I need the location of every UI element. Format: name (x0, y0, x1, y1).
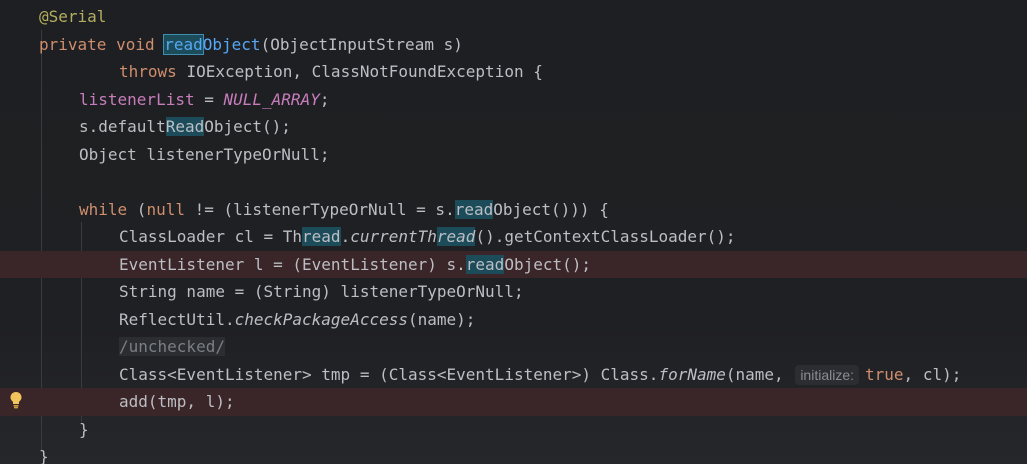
code-token: add(tmp, l); (119, 392, 235, 411)
code-token: private (39, 34, 117, 54)
code-line[interactable]: listenerList = NULL_ARRAY; (0, 86, 1027, 114)
code-token: Object())) { (493, 199, 609, 219)
code-text: private void readObject(ObjectInputStrea… (39, 31, 463, 59)
code-token: Object (202, 34, 261, 54)
code-token: s.default (79, 117, 166, 136)
code-token: Object listenerTypeOrNull; (79, 144, 330, 164)
code-line[interactable]: private void readObject(ObjectInputStrea… (0, 31, 1027, 59)
code-text: } (79, 416, 89, 444)
code-token: read (163, 33, 204, 55)
code-token: } (39, 447, 49, 464)
lightbulb-icon[interactable] (8, 391, 24, 409)
code-token: IOException, ClassNotFoundException { (186, 62, 543, 81)
code-token: currentTh (350, 227, 437, 246)
code-token: Read (165, 117, 205, 136)
code-token: ( (136, 199, 147, 219)
code-line[interactable]: s.defaultReadObject(); (0, 113, 1027, 141)
code-token: ; (319, 89, 330, 109)
code-line[interactable]: Object listenerTypeOrNull; (0, 141, 1027, 169)
code-line[interactable]: ClassLoader cl = Thread.currentThread().… (0, 223, 1027, 251)
code-text: ClassLoader cl = Thread.currentThread().… (119, 223, 736, 251)
code-token: forName (658, 364, 726, 384)
code-line[interactable] (0, 168, 1027, 196)
code-text: Object listenerTypeOrNull; (79, 141, 329, 169)
code-token: listenerList (79, 89, 195, 109)
code-text: @Serial (39, 3, 106, 31)
code-token: Object(); (504, 254, 592, 274)
code-token: while (79, 199, 137, 219)
code-text: while (null != (listenerTypeOrNull = s.r… (79, 196, 609, 224)
code-token: /unchecked/ (119, 337, 225, 356)
code-token: String name = (String) listenerTypeOrNul… (119, 282, 524, 301)
code-token: (name, (725, 364, 794, 384)
code-text: EventListener l = (EventListener) s.read… (119, 251, 591, 279)
code-token: (ObjectInputStream s) (260, 34, 463, 54)
code-text: ReflectUtil.checkPackageAccess(name); (119, 306, 475, 334)
code-token: read (302, 227, 341, 246)
code-token: Object(); (204, 117, 291, 136)
code-text: String name = (String) listenerTypeOrNul… (119, 278, 524, 306)
code-token: } (79, 419, 89, 439)
code-token: EventListener l = (EventListener) s. (119, 254, 466, 274)
code-text: Class<EventListener> tmp = (Class<EventL… (119, 361, 961, 389)
code-token: @Serial (39, 7, 107, 26)
code-token: throws (119, 62, 187, 81)
code-token: = (194, 89, 224, 109)
code-text: } (39, 443, 49, 464)
code-token: read (436, 227, 476, 246)
code-line[interactable]: } (0, 416, 1027, 444)
code-token: (name); (407, 309, 476, 329)
code-line[interactable]: EventListener l = (EventListener) s.read… (0, 250, 1027, 279)
code-line[interactable]: add(tmp, l); (0, 388, 1027, 416)
code-text: s.defaultReadObject(); (79, 113, 291, 141)
code-line[interactable]: while (null != (listenerTypeOrNull = s.r… (0, 196, 1027, 224)
code-token: null (146, 199, 195, 219)
code-token: ClassLoader cl = Th (119, 227, 303, 246)
code-line[interactable]: @Serial (0, 3, 1027, 31)
code-text: /unchecked/ (119, 333, 225, 361)
code-line[interactable]: throws IOException, ClassNotFoundExcepti… (0, 58, 1027, 86)
code-text: add(tmp, l); (119, 388, 235, 416)
code-line[interactable]: Class<EventListener> tmp = (Class<EventL… (0, 361, 1027, 389)
code-text: listenerList = NULL_ARRAY; (79, 86, 329, 114)
code-token: ReflectUtil. (119, 309, 235, 329)
code-token: NULL_ARRAY (223, 89, 320, 109)
code-line[interactable]: } (0, 443, 1027, 464)
code-token: checkPackageAccess (234, 309, 408, 329)
code-text: throws IOException, ClassNotFoundExcepti… (119, 58, 543, 86)
parameter-hint: initialize: (795, 364, 860, 385)
code-token: read (454, 199, 494, 219)
code-token: ().getContextClassLoader(); (475, 227, 736, 246)
code-token: , cl); (903, 364, 962, 384)
code-token: true (865, 364, 904, 384)
code-token: read (465, 254, 505, 274)
code-token: Class<EventListener> tmp = (Class<EventL… (119, 364, 659, 384)
code-editor[interactable]: @Serial private void readObject(ObjectInp… (0, 0, 1027, 464)
code-line[interactable]: String name = (String) listenerTypeOrNul… (0, 278, 1027, 306)
code-token: . (340, 227, 351, 246)
code-token: void (116, 34, 165, 54)
code-line[interactable]: ReflectUtil.checkPackageAccess(name); (0, 306, 1027, 334)
code-token: != (listenerTypeOrNull = s. (194, 199, 455, 219)
code-line[interactable]: /unchecked/ (0, 333, 1027, 361)
